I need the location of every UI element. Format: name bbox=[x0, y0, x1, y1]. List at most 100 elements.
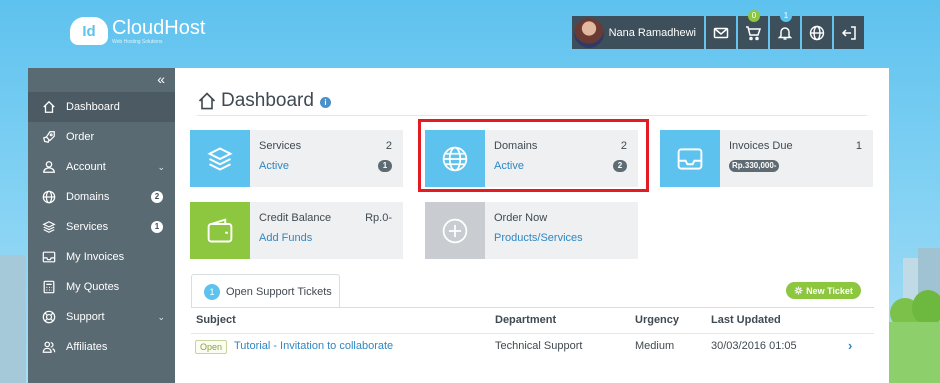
divider bbox=[197, 115, 867, 116]
domains-highlight-box bbox=[418, 119, 649, 192]
tile-label: Order Now bbox=[494, 212, 548, 224]
home-icon bbox=[43, 100, 55, 113]
sidebar-item-label: Support bbox=[66, 311, 105, 323]
logo-badge: Id bbox=[70, 17, 108, 45]
ticket-subject-link[interactable]: Tutorial - Invitation to collaborate bbox=[234, 340, 393, 352]
tile-count: 1 bbox=[855, 140, 862, 152]
services-tile[interactable]: Services 2 Active 1 bbox=[190, 130, 403, 187]
rocket-icon bbox=[43, 131, 55, 143]
messages-button[interactable] bbox=[706, 16, 736, 49]
tile-count: Rp.0- bbox=[365, 212, 392, 224]
invoices-due-tile[interactable]: Invoices Due 1 Rp.330,000- bbox=[660, 130, 873, 187]
sidebar-item-services[interactable]: Services 1 bbox=[28, 212, 175, 242]
column-header-department[interactable]: Department bbox=[495, 314, 556, 326]
cart-count-badge: 0 bbox=[748, 10, 760, 22]
invoices-amount-badge: Rp.330,000- bbox=[729, 160, 780, 172]
collapse-sidebar-button[interactable]: « bbox=[157, 71, 165, 87]
mail-icon bbox=[713, 27, 729, 38]
services-count-badge: 1 bbox=[151, 221, 163, 233]
sidebar-item-invoices[interactable]: My Invoices bbox=[28, 242, 175, 272]
notifications-button[interactable]: 1 bbox=[770, 10, 800, 49]
sidebar-item-label: My Quotes bbox=[66, 281, 120, 293]
sidebar-item-label: Account bbox=[66, 161, 106, 173]
user-menu[interactable]: Nana Ramadhewi bbox=[571, 16, 704, 49]
user-name: Nana Ramadhewi bbox=[608, 26, 696, 39]
cart-icon bbox=[746, 25, 761, 40]
new-ticket-label: New Ticket bbox=[806, 285, 853, 296]
page-title-text: Dashboard bbox=[221, 90, 314, 111]
tile-label: Services bbox=[259, 140, 302, 152]
order-now-tile[interactable]: Order Now Products/Services bbox=[425, 202, 638, 259]
ticket-urgency: Medium bbox=[635, 340, 675, 352]
sidebar-item-dashboard[interactable]: Dashboard bbox=[28, 92, 175, 122]
sidebar-item-order[interactable]: Order bbox=[28, 122, 175, 152]
sidebar-item-domains[interactable]: Domains 2 bbox=[28, 182, 175, 212]
sidebar-item-label: Dashboard bbox=[66, 101, 120, 113]
sidebar-item-label: My Invoices bbox=[66, 251, 125, 263]
avatar bbox=[573, 17, 604, 48]
new-ticket-button[interactable]: New Ticket bbox=[786, 282, 861, 299]
page-title: Dashboard i bbox=[197, 90, 331, 112]
sidebar-item-support[interactable]: Support ⌄ bbox=[28, 302, 175, 332]
top-bar: Id CloudHost Web Hosting Solutions Nana … bbox=[0, 0, 940, 68]
sidebar-item-label: Affiliates bbox=[66, 341, 108, 353]
tile-label: Invoices Due bbox=[729, 140, 793, 152]
sidebar-item-label: Services bbox=[66, 221, 109, 233]
info-icon[interactable]: i bbox=[319, 97, 331, 108]
tree-right-2 bbox=[912, 290, 940, 326]
logout-icon bbox=[841, 25, 856, 40]
sidebar: « Dashboard Order Account ⌄ Domains 2 Se… bbox=[28, 68, 175, 383]
logo-name: CloudHost bbox=[112, 17, 206, 39]
logo[interactable]: Id CloudHost Web Hosting Solutions bbox=[70, 17, 205, 45]
user-area: Nana Ramadhewi 0 1 bbox=[571, 10, 864, 49]
globe-icon bbox=[42, 190, 56, 204]
column-header-subject[interactable]: Subject bbox=[196, 314, 236, 326]
tab-open-support-tickets[interactable]: 1 Open Support Tickets bbox=[191, 274, 340, 308]
tile-count: 2 bbox=[385, 140, 392, 152]
calculator-icon bbox=[43, 280, 55, 294]
sidebar-item-account[interactable]: Account ⌄ bbox=[28, 152, 175, 182]
divider bbox=[191, 333, 874, 334]
credit-balance-tile[interactable]: Credit Balance Rp.0- Add Funds bbox=[190, 202, 403, 259]
chevron-right-icon[interactable]: › bbox=[848, 338, 852, 353]
sidebar-item-quotes[interactable]: My Quotes bbox=[28, 272, 175, 302]
layers-icon bbox=[207, 146, 233, 171]
user-icon bbox=[43, 161, 55, 173]
logo-tagline: Web Hosting Solutions bbox=[112, 39, 163, 45]
plus-circle-icon bbox=[442, 218, 468, 243]
chevron-down-icon: ⌄ bbox=[157, 311, 165, 322]
tile-badge: 1 bbox=[378, 160, 392, 172]
wallet-icon bbox=[207, 217, 233, 242]
sidebar-item-label: Order bbox=[66, 131, 95, 143]
status-badge: Open bbox=[195, 340, 228, 354]
sidebar-item-affiliates[interactable]: Affiliates bbox=[28, 332, 175, 362]
column-header-urgency[interactable]: Urgency bbox=[635, 314, 679, 326]
domains-count-badge: 2 bbox=[151, 191, 163, 203]
cart-button[interactable]: 0 bbox=[738, 10, 768, 49]
tile-label: Credit Balance bbox=[259, 212, 332, 224]
tickets-count-badge: 1 bbox=[204, 283, 220, 300]
logout-button[interactable] bbox=[834, 16, 864, 49]
chevron-down-icon: ⌄ bbox=[157, 161, 165, 172]
layers-icon bbox=[42, 221, 56, 233]
notification-count-badge: 1 bbox=[780, 10, 792, 22]
tab-label: Open Support Tickets bbox=[226, 285, 332, 298]
main-content: Dashboard i Services 2 Active 1 Domains … bbox=[175, 68, 889, 383]
column-header-last-updated[interactable]: Last Updated bbox=[711, 314, 781, 326]
language-button[interactable] bbox=[802, 16, 832, 49]
bell-icon bbox=[777, 26, 793, 40]
products-services-link[interactable]: Products/Services bbox=[494, 232, 583, 244]
lifebuoy-icon bbox=[42, 310, 56, 324]
home-icon bbox=[198, 92, 216, 110]
inbox-icon bbox=[42, 251, 56, 263]
ticket-department: Technical Support bbox=[495, 340, 583, 352]
divider bbox=[191, 307, 874, 308]
gear-icon bbox=[794, 286, 803, 295]
ticket-last-updated: 30/03/2016 01:05 bbox=[711, 340, 797, 352]
add-funds-link[interactable]: Add Funds bbox=[259, 232, 312, 244]
services-active-link[interactable]: Active bbox=[259, 160, 289, 172]
building-left bbox=[0, 255, 26, 383]
sidebar-item-label: Domains bbox=[66, 191, 110, 203]
globe-icon bbox=[809, 25, 825, 40]
grass-right bbox=[889, 322, 940, 383]
